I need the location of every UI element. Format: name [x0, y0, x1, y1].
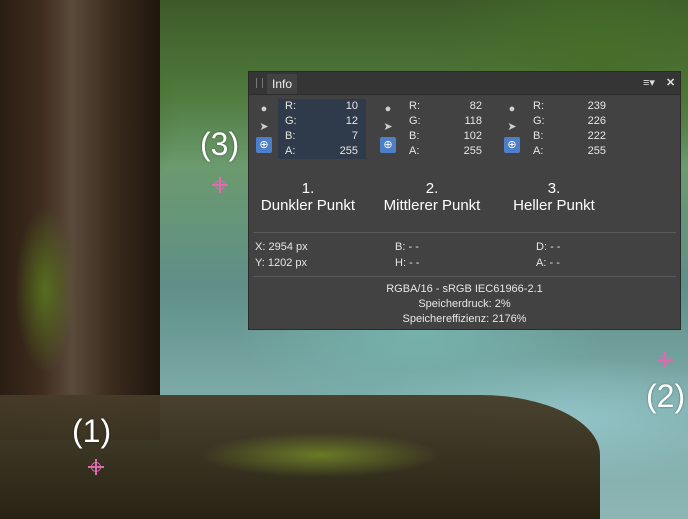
g-value: 12: [345, 115, 358, 127]
a-extra-value: - -: [549, 257, 560, 269]
r-label: R:: [533, 100, 544, 112]
sample-3-caption-number: 3.: [547, 180, 561, 197]
x-label: X:: [255, 241, 266, 253]
pointer-icon[interactable]: ➤: [256, 119, 272, 135]
sample-2-caption-number: 2.: [425, 180, 439, 197]
marker-3-crosshair-icon[interactable]: [212, 177, 228, 193]
sample-2: ● ➤ ⊕ R: 82 G: 118 B: 102 A: 255: [377, 99, 497, 159]
h-extra-label: H:: [395, 257, 406, 269]
h-extra-value: - -: [409, 257, 420, 269]
r-label: R:: [285, 100, 296, 112]
color-channels-icon[interactable]: ●: [380, 101, 396, 117]
d-extra-label: D:: [536, 241, 547, 253]
memory-efficiency-text: Speichereffizienz: 2176%: [402, 313, 527, 325]
sample-3-values: R: 239 G: 226 B: 222 A: 255: [526, 99, 614, 159]
a-label: A:: [285, 145, 296, 157]
sampler-crosshair-icon[interactable]: ⊕: [380, 137, 396, 153]
marker-1-label: (1): [72, 413, 112, 449]
close-icon[interactable]: ✕: [666, 75, 675, 91]
da-readout: D: - - A: - -: [536, 239, 560, 271]
format-text: RGBA/16 - sRGB IEC61966-2.1: [386, 283, 543, 295]
sample-3-tools: ● ➤ ⊕: [501, 99, 523, 153]
b-value: 222: [587, 130, 606, 142]
b-extra-label: B:: [395, 241, 406, 253]
divider: [253, 276, 676, 277]
r-value: 239: [587, 100, 606, 112]
sampler-crosshair-icon[interactable]: ⊕: [504, 137, 520, 153]
r-value: 82: [469, 100, 482, 112]
marker-1-crosshair-icon[interactable]: [88, 459, 104, 475]
g-label: G:: [533, 115, 545, 127]
sample-3-caption-text: Heller Punkt: [513, 197, 595, 214]
sample-1-caption-number: 1.: [301, 180, 315, 197]
sample-3: ● ➤ ⊕ R: 239 G: 226 B: 222 A: 255: [501, 99, 621, 159]
sample-2-caption-text: Mittlerer Punkt: [383, 197, 481, 214]
x-value: 2954 px: [268, 241, 308, 253]
sample-2-tools: ● ➤ ⊕: [377, 99, 399, 153]
sampler-crosshair-icon[interactable]: ⊕: [256, 137, 272, 153]
memory-pressure-text: Speicherdruck: 2%: [418, 298, 511, 310]
pointer-icon[interactable]: ➤: [380, 119, 396, 135]
a-label: A:: [409, 145, 420, 157]
marker-2-crosshair-icon[interactable]: [657, 352, 673, 368]
panel-titlebar[interactable]: Info ≡▾ ✕: [249, 72, 680, 95]
y-label: Y:: [255, 257, 265, 269]
a-value: 255: [463, 145, 482, 157]
sample-1-caption: 1. Dunkler Punkt: [249, 180, 367, 214]
r-value: 10: [345, 100, 358, 112]
g-value: 118: [464, 115, 482, 127]
coordinate-readout: X: 2954 px Y: 1202 px: [255, 239, 308, 271]
bh-readout: B: - - H: - -: [395, 239, 419, 271]
g-label: G:: [409, 115, 421, 127]
sample-1-tools: ● ➤ ⊕: [253, 99, 275, 153]
b-value: 7: [351, 130, 358, 142]
b-extra-value: - -: [408, 241, 419, 253]
d-extra-value: - -: [550, 241, 561, 253]
info-panel: Info ≡▾ ✕ ● ➤ ⊕ R: 10 G: 12 B: 7 A: 255 ● ➤ …: [248, 71, 681, 330]
marker-3-label: (3): [200, 126, 240, 162]
g-label: G:: [285, 115, 297, 127]
sample-1: ● ➤ ⊕ R: 10 G: 12 B: 7 A: 255: [253, 99, 373, 159]
b-value: 102: [463, 130, 482, 142]
trunk-moss: [10, 170, 80, 410]
hamburger-menu-icon[interactable]: ≡▾: [643, 75, 655, 91]
b-label: B:: [409, 130, 420, 142]
color-channels-icon[interactable]: ●: [256, 101, 272, 117]
sample-3-caption: 3. Heller Punkt: [495, 180, 613, 214]
g-value: 226: [587, 115, 606, 127]
root-moss: [160, 420, 490, 490]
pointer-icon[interactable]: ➤: [504, 119, 520, 135]
tab-info[interactable]: Info: [267, 74, 298, 94]
a-value: 255: [587, 145, 606, 157]
a-extra-label: A:: [536, 257, 547, 269]
drag-handle-icon[interactable]: [256, 78, 263, 88]
b-label: B:: [533, 130, 544, 142]
sample-1-caption-text: Dunkler Punkt: [260, 197, 356, 214]
a-label: A:: [533, 145, 544, 157]
divider: [253, 232, 676, 233]
sample-1-values: R: 10 G: 12 B: 7 A: 255: [278, 99, 366, 159]
b-label: B:: [285, 130, 296, 142]
a-value: 255: [339, 145, 358, 157]
sample-2-caption: 2. Mittlerer Punkt: [373, 180, 491, 214]
sample-2-values: R: 82 G: 118 B: 102 A: 255: [402, 99, 490, 159]
color-channels-icon[interactable]: ●: [504, 101, 520, 117]
r-label: R:: [409, 100, 420, 112]
marker-2-label: (2): [646, 378, 686, 414]
y-value: 1202 px: [267, 257, 308, 269]
